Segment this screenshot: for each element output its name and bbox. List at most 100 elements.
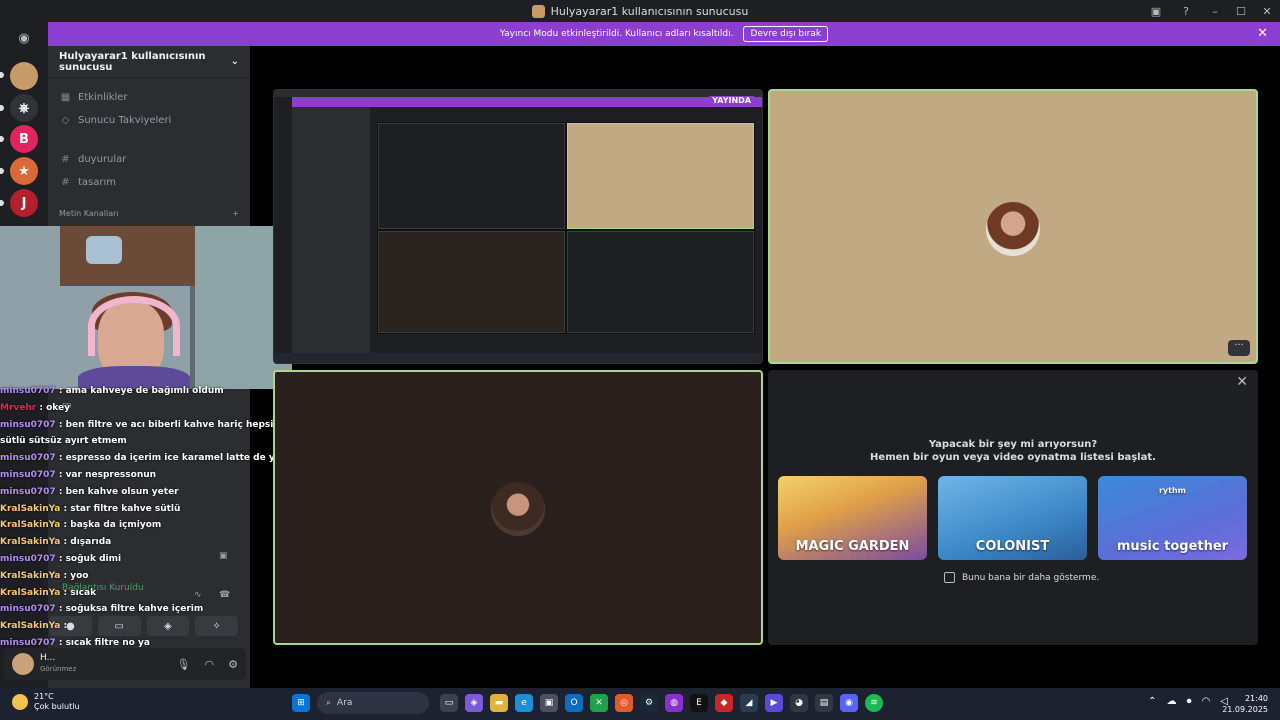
discord-taskbar-icon[interactable]: ◉ [840,694,858,712]
file-explorer-icon[interactable]: ▬ [490,694,508,712]
chat-text: dışarıda [70,537,112,548]
chat-separator: : [55,604,66,615]
inbox-icon[interactable]: ▣ [1148,3,1164,19]
close-window-icon[interactable]: ✕ [1254,5,1280,18]
microphone-icon[interactable]: 🎙︎ [177,658,191,671]
spotify-icon[interactable]: ≋ [865,694,883,712]
channel-design[interactable]: # tasarım [48,171,250,194]
chat-separator: : [55,469,66,480]
live-badge: YAYINDA [709,96,754,105]
clock[interactable]: 21:40 21.09.2025 [1222,693,1268,715]
unread-pip [0,200,4,206]
server-header[interactable]: Hulyayarar1 kullanıcısının sunucusu ⌄ [48,46,250,78]
activity-card-brand: rythm [1158,486,1186,495]
app-grey-icon[interactable]: ▤ [815,694,833,712]
activity-card-magic-garden[interactable]: MAGIC GARDEN [778,476,927,560]
weather-widget[interactable]: 21°C Çok bulutlu [12,692,80,712]
microphone-icon[interactable]: ⏺ [1187,696,1192,707]
chat-separator: : [60,570,71,581]
close-icon[interactable]: ✕ [1236,374,1248,390]
edge-icon[interactable]: e [515,694,533,712]
user-panel: H... Görünmez 🎙︎ ◠ ⚙ [4,648,246,680]
disable-streamer-mode-button[interactable]: Devre dışı bırak [743,26,829,42]
avatar[interactable] [12,653,34,675]
store-icon[interactable]: ▣ [540,694,558,712]
chat-text: ama kahveye de bağımlı oldum [65,386,224,396]
dont-show-again-checkbox[interactable]: Bunu bana bir daha gösterme. [944,572,1099,583]
chevron-up-icon[interactable]: ⌃ [1148,696,1156,707]
weather-desc: Çok bulutlu [34,702,80,711]
app-red-icon[interactable]: ◆ [715,694,733,712]
chat-separator: : [60,537,71,548]
task-view-icon[interactable]: ▭ [440,694,458,712]
discord-home-icon[interactable]: ◉ [13,31,35,47]
chat-separator: : [55,453,66,464]
epic-games-icon[interactable]: E [690,694,708,712]
shared-title-bar [274,90,762,97]
weather-temp: 21°C [34,692,54,701]
server-name: Hulyayarar1 kullanıcısının sunucusu [59,50,206,73]
chat-username: KralSakinYa [0,570,61,581]
clock-time: 21:40 [1244,694,1268,703]
chat-text: soğuksa filtre kahve içerim [65,604,204,615]
activity-card-colonist[interactable]: COLONIST [938,476,1087,560]
sidebar-item-events[interactable]: ▦ Etkinlikler [48,86,250,109]
outlook-icon[interactable]: O [565,694,583,712]
chat-username: minsu0707 [0,469,56,480]
app-root: Hulyayarar1 kullanıcısının sunucusu ▣ ? … [0,0,1280,720]
notice-text: Yayıncı Modu etkinleştirildi. Kullanıcı … [499,29,734,39]
camera-tile[interactable] [273,370,763,645]
search-label: Ara [337,698,353,708]
wifi-icon[interactable]: ◠ [1202,696,1211,707]
steam-icon[interactable]: ⚙ [640,694,658,712]
server-icon-4[interactable]: ★ [10,157,38,185]
chat-text: var nespressonun [65,469,157,480]
cloud-icon[interactable]: ☁ [1167,696,1177,707]
chat-text: sıcak [70,587,97,598]
chat-username: KralSakinYa [0,587,61,598]
screen-share-tile[interactable]: YAYINDA [273,89,763,364]
chat-separator: : [55,486,66,497]
user-info[interactable]: H... Görünmez [40,653,76,675]
shared-activity-tile [567,231,754,333]
headphones-icon[interactable]: ◠ [205,658,215,671]
app-blue-icon[interactable]: ◢ [740,694,758,712]
checkbox-box[interactable] [944,572,955,583]
server-icon-3[interactable]: B [10,125,38,153]
chat-username: KralSakinYa [0,520,61,531]
chat-username: KralSakinYa [0,537,61,548]
notice-close-icon[interactable]: ✕ [1257,26,1268,41]
minimize-icon[interactable]: – [1202,5,1228,18]
activity-card-music-together[interactable]: rythm music together [1098,476,1247,560]
xbox-icon[interactable]: ✕ [590,694,608,712]
chat-text: sıcak filtre no ya [65,637,150,648]
shared-share-tile [378,123,565,229]
windows-taskbar: 21°C Çok bulutlu ⊞ ⌕ Ara ▭ ◈ ▬ e ▣ O ✕ ◎… [0,688,1280,720]
channel-announcements[interactable]: # duyurular [48,148,250,171]
add-channel-icon[interactable]: + [232,209,239,218]
github-icon[interactable]: ◕ [790,694,808,712]
activity-suggestion-panel: ✕ Yapacak bir şey mi arıyorsun? Hemen bi… [768,370,1258,645]
server-icon-2[interactable]: ⎈ [10,94,38,122]
start-icon[interactable]: ⊞ [292,694,310,712]
category-text-channels[interactable]: Metin Kanalları + [48,202,250,224]
settings-gear-icon[interactable]: ⚙ [228,658,238,671]
app-purple-icon[interactable]: ▶ [765,694,783,712]
sidebar-item-boosts[interactable]: ◇ Sunucu Takviyeleri [48,109,250,132]
activity-heading-line2: Hemen bir oyun veya video oynatma listes… [870,452,1156,463]
chat-username: KralSakinYa [0,503,61,514]
server-icon-current[interactable] [10,62,38,90]
browser-icon[interactable]: ◍ [665,694,683,712]
maximize-icon[interactable]: ☐ [1228,5,1254,18]
chat-text: star filtre kahve sütlü [70,503,181,514]
profile-tile[interactable]: ··· [768,89,1258,364]
copilot-icon[interactable]: ◈ [465,694,483,712]
chat-username: minsu0707 [0,386,56,396]
chat-username: minsu0707 [0,637,56,648]
chat-username: minsu0707 [0,419,56,430]
chrome-icon[interactable]: ◎ [615,694,633,712]
taskbar-search[interactable]: ⌕ Ara [317,692,429,714]
more-options-icon[interactable]: ··· [1228,340,1250,356]
help-icon[interactable]: ? [1178,3,1194,19]
server-icon-5[interactable]: J [10,189,38,217]
